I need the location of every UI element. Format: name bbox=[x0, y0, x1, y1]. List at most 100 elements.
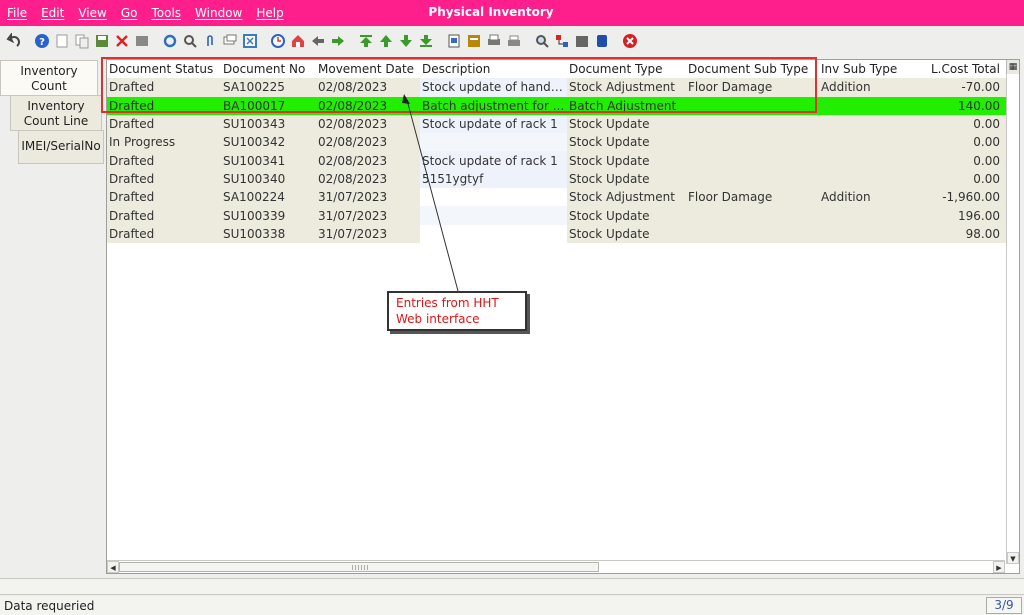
horizontal-scrollbar[interactable]: ◀ ▶ bbox=[107, 560, 1005, 573]
cell-lcost-total[interactable]: -70.00 bbox=[914, 78, 1004, 97]
previous-record-icon[interactable] bbox=[378, 33, 394, 49]
menu-edit[interactable]: Edit bbox=[34, 6, 71, 20]
close-window-icon[interactable] bbox=[622, 33, 638, 49]
cell-document-no[interactable]: SU100342 bbox=[221, 133, 316, 152]
menu-view[interactable]: View bbox=[71, 6, 113, 20]
cell-inv-sub-type[interactable]: Addition bbox=[819, 188, 914, 207]
tab-imei-serialno[interactable]: IMEI/SerialNo bbox=[18, 130, 104, 164]
cell-document-sub-type[interactable]: Floor Damage bbox=[686, 188, 819, 207]
help-icon[interactable]: ? bbox=[34, 33, 50, 49]
cell-description[interactable] bbox=[420, 224, 567, 243]
table-row[interactable]: Drafted SA100225 02/08/2023 Stock update of… bbox=[107, 78, 1016, 97]
menu-window[interactable]: Window bbox=[188, 6, 249, 20]
cell-document-type[interactable]: Stock Adjustment bbox=[567, 78, 686, 97]
cell-document-type[interactable]: Stock Adjustment bbox=[567, 188, 686, 207]
table-row[interactable]: Drafted SU100339 31/07/2023 Stock Update 196… bbox=[107, 206, 1016, 225]
cell-lcost-total[interactable]: 0.00 bbox=[914, 151, 1004, 170]
cell-document-status[interactable]: In Progress bbox=[107, 133, 221, 152]
cell-document-status[interactable]: Drafted bbox=[107, 206, 221, 225]
cell-movement-date[interactable]: 02/08/2023 bbox=[316, 169, 420, 189]
cell-description[interactable] bbox=[420, 188, 567, 207]
records-grid[interactable]: Document Status Document No Movement Dat… bbox=[106, 59, 1020, 574]
table-row[interactable]: Drafted SU100340 02/08/2023 5151ygtyf Stock … bbox=[107, 169, 1016, 189]
cell-movement-date[interactable]: 31/07/2023 bbox=[316, 206, 420, 225]
cell-lcost-total[interactable]: 0.00 bbox=[914, 169, 1004, 189]
product-info-icon[interactable] bbox=[574, 33, 590, 49]
cell-description[interactable]: Stock update of rack 1 bbox=[420, 151, 567, 170]
delete-selection-icon[interactable] bbox=[134, 33, 150, 49]
first-record-icon[interactable] bbox=[358, 33, 374, 49]
column-header-document-status[interactable]: Document Status bbox=[107, 60, 221, 79]
cell-document-type[interactable]: Stock Update bbox=[567, 114, 686, 134]
column-header-inv-sub-type[interactable]: Inv Sub Type bbox=[819, 60, 914, 79]
cell-document-sub-type[interactable]: Floor Damage bbox=[686, 78, 819, 97]
cell-document-sub-type[interactable] bbox=[686, 151, 819, 170]
archive-icon[interactable] bbox=[466, 33, 482, 49]
cell-document-no[interactable]: SU100341 bbox=[221, 151, 316, 170]
column-header-document-no[interactable]: Document No bbox=[221, 60, 316, 79]
menu-help[interactable]: Help bbox=[249, 6, 290, 20]
cell-lcost-total[interactable]: 140.00 bbox=[914, 96, 1004, 115]
table-row[interactable]: In Progress SU100342 02/08/2023 Stock Updat… bbox=[107, 133, 1016, 152]
back-icon[interactable] bbox=[310, 33, 326, 49]
cell-document-type[interactable]: Stock Update bbox=[567, 206, 686, 225]
cell-movement-date[interactable]: 02/08/2023 bbox=[316, 114, 420, 134]
cell-inv-sub-type[interactable] bbox=[819, 206, 914, 225]
menu-tools[interactable]: Tools bbox=[144, 6, 188, 20]
cell-document-type[interactable]: Stock Update bbox=[567, 151, 686, 170]
print-preview-icon[interactable] bbox=[486, 33, 502, 49]
cell-movement-date[interactable]: 02/08/2023 bbox=[316, 96, 420, 115]
menu-go[interactable]: Go bbox=[114, 6, 145, 20]
workflow-icon[interactable] bbox=[554, 33, 570, 49]
record-count[interactable]: 3/9 bbox=[986, 597, 1022, 614]
history-icon[interactable] bbox=[270, 33, 286, 49]
column-header-document-sub-type[interactable]: Document Sub Type bbox=[686, 60, 819, 79]
cell-document-no[interactable]: SU100338 bbox=[221, 224, 316, 243]
tab-inventory-count[interactable]: Inventory Count bbox=[0, 60, 98, 96]
cell-document-sub-type[interactable] bbox=[686, 114, 819, 134]
copy-record-icon[interactable] bbox=[74, 33, 90, 49]
cell-document-no[interactable]: SA100225 bbox=[221, 78, 316, 97]
cell-document-no[interactable]: SU100340 bbox=[221, 169, 316, 189]
home-icon[interactable] bbox=[290, 33, 306, 49]
cell-description[interactable]: Batch adjustment for ... bbox=[420, 96, 567, 115]
chat-icon[interactable] bbox=[222, 33, 238, 49]
cell-inv-sub-type[interactable] bbox=[819, 169, 914, 189]
report-icon[interactable] bbox=[446, 33, 462, 49]
cell-inv-sub-type[interactable]: Addition bbox=[819, 78, 914, 97]
cell-movement-date[interactable]: 02/08/2023 bbox=[316, 151, 420, 170]
cell-lcost-total[interactable]: 0.00 bbox=[914, 133, 1004, 152]
cell-lcost-total[interactable]: 0.00 bbox=[914, 114, 1004, 134]
menu-file[interactable]: File bbox=[0, 6, 34, 20]
table-row[interactable]: Drafted SU100341 02/08/2023 Stock update of… bbox=[107, 151, 1016, 170]
print-icon[interactable] bbox=[506, 33, 522, 49]
new-record-icon[interactable] bbox=[54, 33, 70, 49]
table-row[interactable]: Drafted BA100017 02/08/2023 Batch adjustmen… bbox=[107, 96, 1016, 115]
cell-description[interactable] bbox=[420, 133, 567, 152]
scroll-right-icon[interactable]: ▶ bbox=[993, 561, 1005, 573]
cell-document-type[interactable]: Stock Update bbox=[567, 133, 686, 152]
table-row[interactable]: Drafted SU100343 02/08/2023 Stock update of… bbox=[107, 114, 1016, 134]
cell-document-status[interactable]: Drafted bbox=[107, 96, 221, 115]
vertical-scrollbar[interactable]: ▼ bbox=[1006, 74, 1019, 564]
cell-document-type[interactable]: Stock Update bbox=[567, 224, 686, 243]
zoom-across-icon[interactable] bbox=[534, 33, 550, 49]
next-record-icon[interactable] bbox=[398, 33, 414, 49]
refresh-icon[interactable] bbox=[162, 33, 178, 49]
cell-movement-date[interactable]: 02/08/2023 bbox=[316, 78, 420, 97]
scroll-down-icon[interactable]: ▼ bbox=[1007, 552, 1019, 564]
cell-document-sub-type[interactable] bbox=[686, 96, 819, 115]
column-header-description[interactable]: Description bbox=[420, 60, 567, 79]
column-header-document-type[interactable]: Document Type bbox=[567, 60, 686, 79]
column-header-lcost-total[interactable]: L.Cost Total bbox=[914, 60, 1004, 79]
attachment-icon[interactable] bbox=[202, 33, 218, 49]
cell-document-no[interactable]: SA100224 bbox=[221, 188, 316, 207]
cell-lcost-total[interactable]: 98.00 bbox=[914, 224, 1004, 243]
cell-description[interactable]: Stock update of hand ... bbox=[420, 78, 567, 97]
cell-inv-sub-type[interactable] bbox=[819, 151, 914, 170]
save-icon[interactable] bbox=[94, 33, 110, 49]
cell-document-no[interactable]: BA100017 bbox=[221, 96, 316, 115]
column-header-movement-date[interactable]: Movement Date bbox=[316, 60, 420, 79]
column-chooser-icon[interactable]: ▦ bbox=[1006, 60, 1019, 74]
delete-icon[interactable] bbox=[114, 33, 130, 49]
